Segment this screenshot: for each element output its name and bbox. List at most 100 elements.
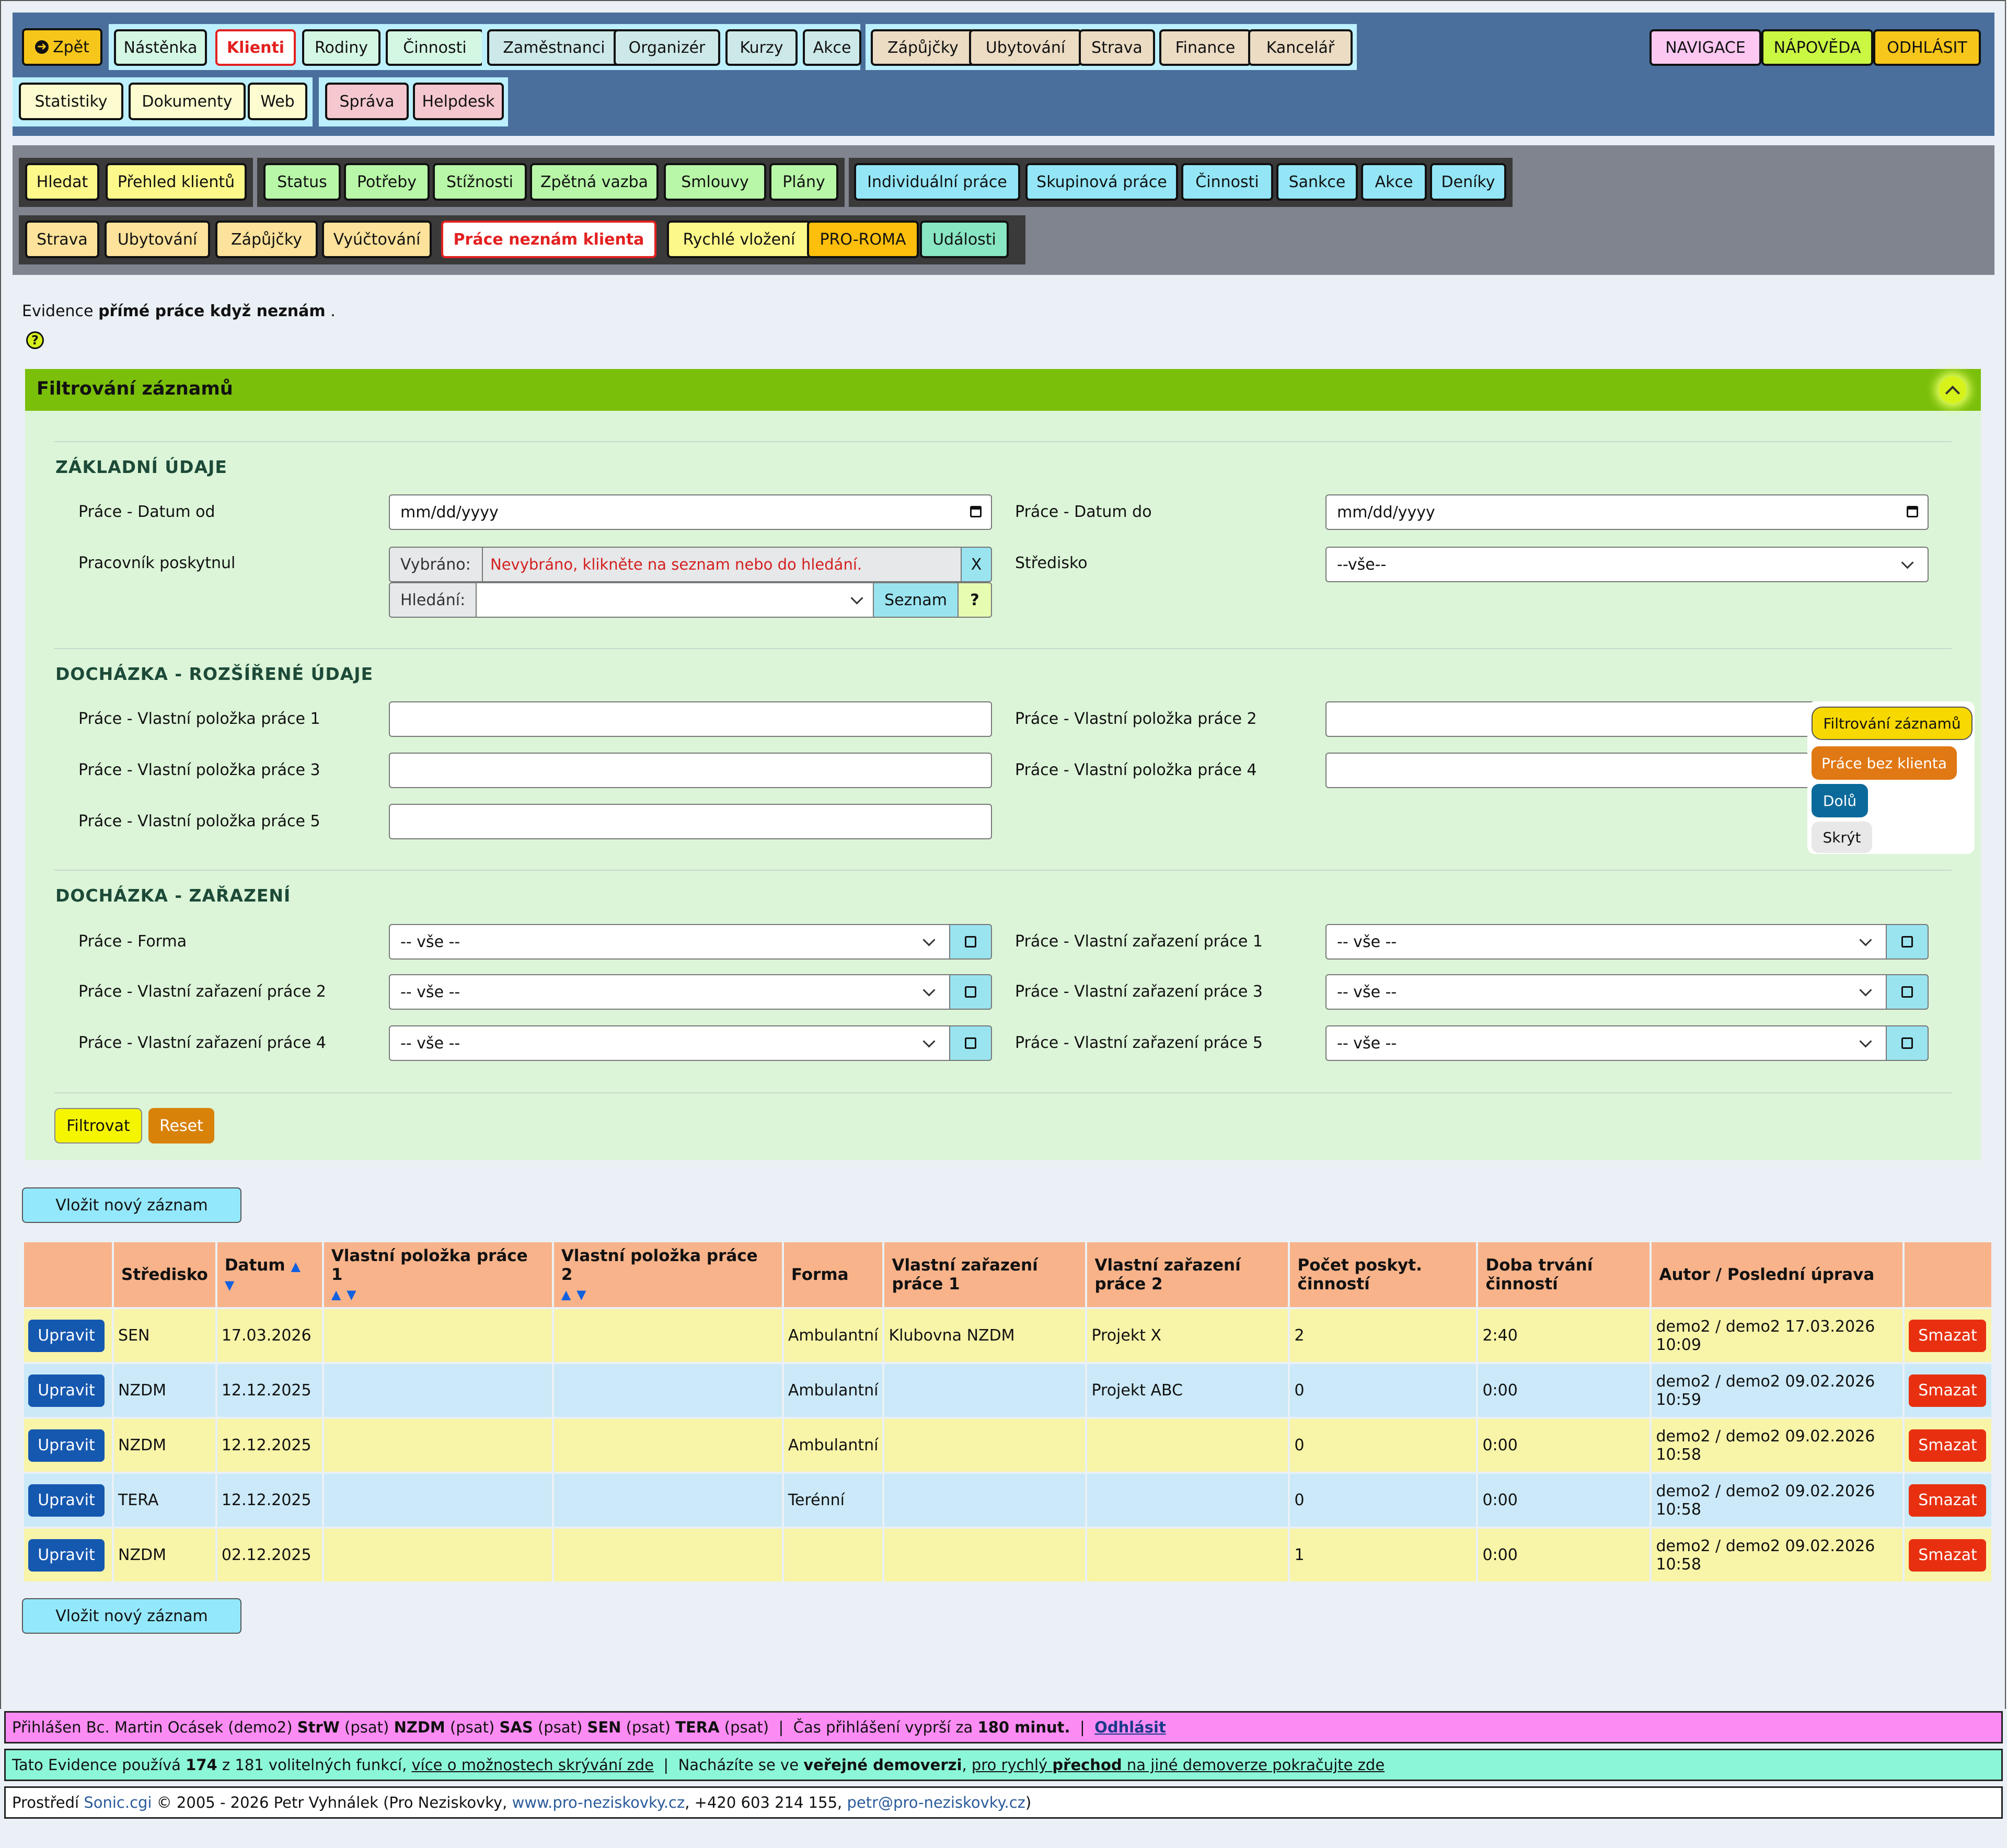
nav-ubytovani[interactable]: Ubytování: [969, 29, 1082, 66]
delete-row-button[interactable]: Smazat: [1909, 1539, 1987, 1572]
class-4-select[interactable]: -- vše --: [389, 1025, 950, 1061]
sub-prace-neznam[interactable]: Práce neznám klienta: [441, 221, 656, 258]
class-4-edit-button[interactable]: [949, 1025, 992, 1061]
sub-vyuctovani[interactable]: Vyúčtování: [322, 221, 432, 258]
nav-nastenka[interactable]: Nástěnka: [114, 29, 207, 66]
nav-odhlasit[interactable]: ODHLÁSIT: [1873, 29, 1981, 66]
logout-link[interactable]: Odhlásit: [1094, 1718, 1166, 1736]
nav-cinnosti[interactable]: Činnosti: [386, 29, 484, 66]
float-no-client-button[interactable]: Práce bez klienta: [1812, 746, 1957, 780]
col-pocet[interactable]: Počet poskyt. činností: [1290, 1242, 1477, 1307]
sub-stiznosti[interactable]: Stížnosti: [433, 163, 527, 201]
custom-item-1-input[interactable]: [389, 701, 992, 737]
sub-rychle-vlozeni[interactable]: Rychlé vložení: [667, 221, 811, 258]
website-link[interactable]: www.pro-neziskovky.cz: [512, 1794, 685, 1811]
worker-help-button[interactable]: ?: [958, 582, 992, 618]
nav-zamestnanci[interactable]: Zaměstnanci: [487, 29, 621, 66]
reset-button[interactable]: Reset: [148, 1108, 214, 1144]
insert-new-record-button-top[interactable]: Vložit nový záznam: [22, 1187, 241, 1223]
nav-akce[interactable]: Akce: [803, 29, 861, 66]
sort-desc-icon[interactable]: ▼: [347, 1287, 356, 1302]
sub-individualni[interactable]: Individuální práce: [854, 163, 1020, 201]
sub-pro-roma[interactable]: PRO-ROMA: [807, 221, 919, 258]
sub-sankce[interactable]: Sankce: [1276, 163, 1358, 201]
email-link[interactable]: petr@pro-neziskovky.cz: [847, 1794, 1025, 1811]
sub-status[interactable]: Status: [263, 163, 341, 201]
col-stredisko[interactable]: Středisko: [114, 1242, 215, 1307]
worker-search-select[interactable]: [476, 582, 874, 618]
worker-list-button[interactable]: Seznam: [873, 582, 959, 618]
nav-organizer[interactable]: Organizér: [614, 29, 720, 66]
nav-finance[interactable]: Finance: [1159, 29, 1251, 66]
sub-cinnosti[interactable]: Činnosti: [1181, 163, 1273, 201]
float-down-button[interactable]: Dolů: [1812, 784, 1868, 817]
sub-zpetna-vazba[interactable]: Zpětná vazba: [530, 163, 659, 201]
nav-statistiky[interactable]: Statistiky: [19, 83, 123, 120]
sub-hledat[interactable]: Hledat: [25, 163, 99, 201]
sub-akce[interactable]: Akce: [1361, 163, 1427, 201]
col-zarazeni-1[interactable]: Vlastní zařazení práce 1: [884, 1242, 1086, 1307]
edit-row-button[interactable]: Upravit: [28, 1539, 105, 1572]
nav-sprava[interactable]: Správa: [325, 83, 409, 120]
form-select[interactable]: -- vše --: [389, 924, 950, 960]
nav-kancelar[interactable]: Kancelář: [1248, 29, 1353, 66]
col-doba[interactable]: Doba trvání činností: [1478, 1242, 1650, 1307]
calendar-icon[interactable]: [970, 506, 982, 517]
delete-row-button[interactable]: Smazat: [1909, 1374, 1987, 1407]
class-3-select[interactable]: -- vše --: [1325, 974, 1887, 1010]
class-1-select[interactable]: -- vše --: [1325, 924, 1887, 960]
sub-prehled[interactable]: Přehled klientů: [106, 163, 247, 201]
nav-klienti[interactable]: Klienti: [215, 29, 296, 66]
delete-row-button[interactable]: Smazat: [1909, 1319, 1987, 1352]
nav-zapujcky[interactable]: Zápůjčky: [871, 29, 975, 66]
delete-row-button[interactable]: Smazat: [1909, 1484, 1987, 1517]
center-select[interactable]: --vše--: [1325, 547, 1929, 582]
edit-row-button[interactable]: Upravit: [28, 1319, 105, 1352]
filter-button[interactable]: Filtrovat: [54, 1108, 142, 1144]
sub-plany[interactable]: Plány: [769, 163, 838, 201]
nav-web[interactable]: Web: [248, 83, 307, 120]
sub-zapujcky[interactable]: Zápůjčky: [215, 221, 318, 258]
collapse-icon[interactable]: [1939, 376, 1966, 403]
sub-deniky[interactable]: Deníky: [1430, 163, 1506, 201]
demo-switch-link[interactable]: pro rychlý přechod na jiné demoverze pok…: [972, 1756, 1385, 1774]
col-autor[interactable]: Autor / Poslední úprava: [1652, 1242, 1903, 1307]
sort-desc-icon[interactable]: ▼: [576, 1287, 586, 1302]
sort-asc-icon[interactable]: ▲: [561, 1287, 571, 1302]
features-link[interactable]: více o možnostech skrývání zde: [412, 1756, 654, 1774]
sonic-link[interactable]: Sonic.cgi: [84, 1794, 152, 1811]
custom-item-3-input[interactable]: [389, 753, 992, 788]
form-edit-button[interactable]: [949, 924, 992, 960]
calendar-icon[interactable]: [1907, 506, 1918, 517]
sort-desc-icon[interactable]: ▼: [225, 1278, 234, 1292]
insert-new-record-button-bottom[interactable]: Vložit nový záznam: [22, 1598, 241, 1634]
edit-row-button[interactable]: Upravit: [28, 1484, 105, 1517]
sub-strava[interactable]: Strava: [25, 221, 99, 258]
class-5-edit-button[interactable]: [1886, 1025, 1929, 1061]
class-5-select[interactable]: -- vše --: [1325, 1025, 1887, 1061]
col-polozka-2[interactable]: Vlastní položka práce 2 ▲ ▼: [553, 1242, 782, 1307]
class-3-edit-button[interactable]: [1886, 974, 1929, 1010]
edit-row-button[interactable]: Upravit: [28, 1429, 105, 1462]
sub-skupinova[interactable]: Skupinová práce: [1025, 163, 1178, 201]
col-forma[interactable]: Forma: [783, 1242, 883, 1307]
sort-asc-icon[interactable]: ▲: [331, 1287, 341, 1302]
nav-navigace[interactable]: NAVIGACE: [1650, 29, 1761, 66]
back-button[interactable]: ➜ Zpět: [22, 28, 102, 66]
nav-helpdesk[interactable]: Helpdesk: [413, 83, 504, 120]
class-1-edit-button[interactable]: [1886, 924, 1929, 960]
nav-napoveda[interactable]: NÁPOVĚDA: [1761, 29, 1873, 66]
col-polozka-1[interactable]: Vlastní položka práce 1 ▲ ▼: [324, 1242, 552, 1307]
custom-item-5-input[interactable]: [389, 804, 992, 839]
help-icon[interactable]: ?: [26, 331, 44, 349]
nav-dokumenty[interactable]: Dokumenty: [129, 83, 246, 120]
float-filter-button[interactable]: Filtrování záznamů: [1812, 707, 1973, 740]
float-hide-button[interactable]: Skrýt: [1812, 822, 1872, 853]
col-datum[interactable]: Datum ▲ ▼: [217, 1242, 322, 1307]
nav-strava[interactable]: Strava: [1079, 29, 1155, 66]
sub-ubytovani[interactable]: Ubytování: [105, 221, 210, 258]
sub-potreby[interactable]: Potřeby: [344, 163, 430, 201]
filter-header[interactable]: Filtrování záznamů: [25, 369, 1981, 411]
class-2-edit-button[interactable]: [949, 974, 992, 1010]
worker-clear-button[interactable]: X: [961, 547, 992, 582]
